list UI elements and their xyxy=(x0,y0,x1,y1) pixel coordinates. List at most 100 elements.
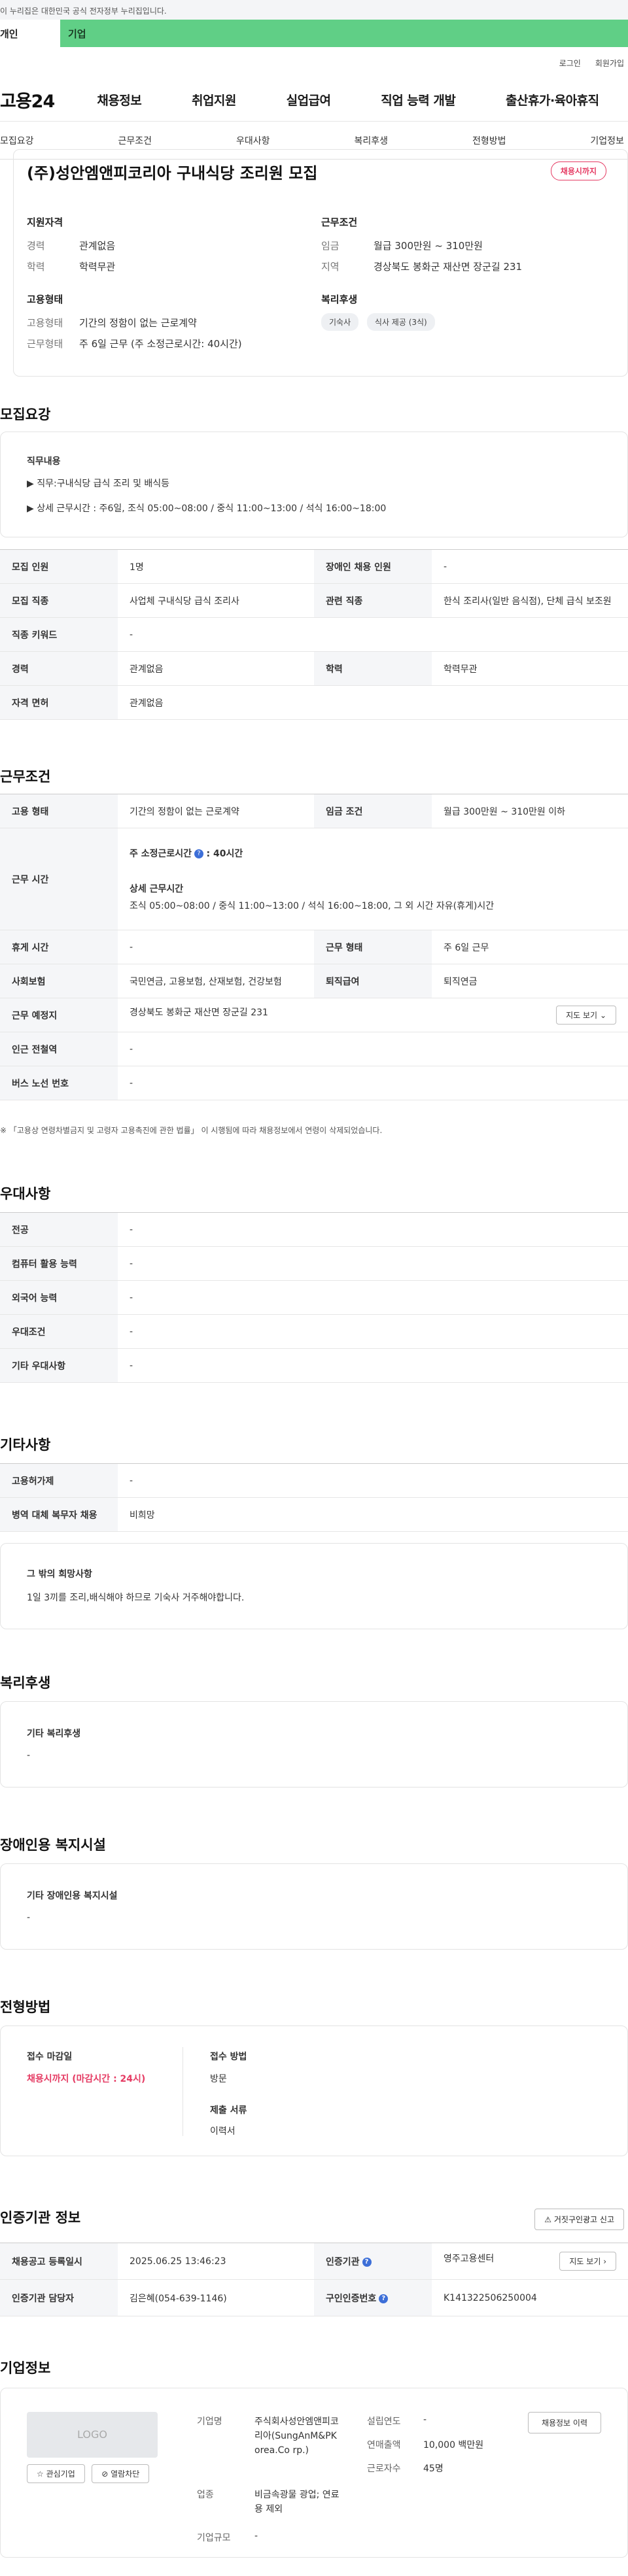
cell-key: 병역 대체 복무자 채용 xyxy=(0,1497,118,1532)
site-logo[interactable]: 고용24 xyxy=(0,87,72,112)
gov-banner: 이 누리집은 대한민국 공식 전자정부 누리집입니다. xyxy=(0,0,628,20)
wage-line: 임금 월급 300만원 ~ 310만원 xyxy=(321,240,483,252)
week-hours-label: 주 소정근로시간 xyxy=(130,848,192,859)
tab-recruit[interactable]: 모집요강 xyxy=(0,134,34,147)
cell-key: 관련 직종 xyxy=(314,583,432,618)
cell-key: 컴퓨터 활용 능력 xyxy=(0,1246,118,1281)
signup-link[interactable]: 회원가입 xyxy=(595,58,624,69)
cell-key: 고용허가제 xyxy=(0,1463,118,1498)
cell-value: 김은혜(054-639-1146) xyxy=(118,2279,314,2316)
work-place-cell: 경상북도 봉화군 재산면 장군길 231 지도 보기 ⌄ xyxy=(118,998,628,1032)
cell-value: - xyxy=(118,1246,628,1281)
recruit-table: 모집 인원 1명 장애인 채용 인원 - 모집 직종 사업체 구내식당 급식 조… xyxy=(0,549,628,720)
gnb-item-unemployment-benefit[interactable]: 실업급여 xyxy=(287,91,331,109)
cell-key: 휴게 시간 xyxy=(0,930,118,964)
cell-key: 근무 시간 xyxy=(0,828,118,930)
deadline-title: 접수 마감일 xyxy=(27,2052,73,2062)
gnb-item-jobs[interactable]: 채용정보 xyxy=(97,91,141,109)
audience-personal-tab[interactable]: 개인 xyxy=(0,20,60,47)
gnb-item-parental-leave[interactable]: 출산휴가·육아휴직 xyxy=(506,91,599,109)
cell-key: 모집 인원 xyxy=(0,549,118,584)
gnb-item-vocational-training[interactable]: 직업 능력 개발 xyxy=(381,91,456,109)
company-emp-key: 근로자수 xyxy=(367,2464,401,2474)
cell-value: 퇴직연금 xyxy=(432,964,628,998)
cell-value: 학력무관 xyxy=(432,651,628,686)
welfare-title: 복리후생 xyxy=(321,294,358,305)
cell-key: 고용 형태 xyxy=(0,794,118,828)
welfare-sub: 기타 복리후생 xyxy=(27,1729,81,1739)
table-row: 모집 직종 사업체 구내식당 급식 조리사 관련 직종 한식 조리사(일반 음식… xyxy=(0,583,628,618)
cell-key: 자격 면허 xyxy=(0,685,118,720)
duty-title: 직무내용 xyxy=(27,456,61,467)
welfare-value: - xyxy=(27,1750,31,1761)
career-line: 경력 관계없음 xyxy=(27,240,116,252)
company-name-value: 주식회사성안엠앤피코리아(SungAnM&PKorea.Co rp.) xyxy=(254,2416,339,2456)
cert-table: 채용공고 등록일시 2025.06.25 13:46:23 인증기관? 영주고용… xyxy=(0,2243,628,2316)
table-row: 기타 우대사항 - xyxy=(0,1348,628,1383)
table-row: 근무 예정지 경상북도 봉화군 재산면 장군길 231 지도 보기 ⌄ xyxy=(0,998,628,1032)
star-icon: ☆ xyxy=(37,2469,44,2479)
cell-value: 주 6일 근무 xyxy=(432,930,628,964)
table-row: 버스 노선 번호 - xyxy=(0,1066,628,1100)
tab-welfare[interactable]: 복리후생 xyxy=(354,134,388,147)
table-row: 근무 시간 주 소정근로시간? : 40시간 상세 근무시간 조식 05:00~… xyxy=(0,828,628,930)
history-button[interactable]: 채용정보 이력 xyxy=(527,2412,601,2433)
cell-key: 버스 노선 번호 xyxy=(0,1066,118,1100)
cell-value: - xyxy=(118,617,628,652)
login-link[interactable]: 로그인 xyxy=(559,58,581,69)
cell-key: 인근 전철역 xyxy=(0,1032,118,1066)
table-row: 인근 전철역 - xyxy=(0,1032,628,1066)
qual-title: 지원자격 xyxy=(27,216,63,228)
cell-key: 인증기관 담당자 xyxy=(0,2279,118,2316)
cell-key: 채용공고 등록일시 xyxy=(0,2243,118,2280)
org-map-button[interactable]: 지도 보기 › xyxy=(559,2252,616,2271)
block-view-button[interactable]: ⊘ 열람차단 xyxy=(92,2464,150,2483)
tab-preferences[interactable]: 우대사항 xyxy=(236,134,270,147)
table-row: 외국어 능력 - xyxy=(0,1280,628,1315)
pref-heading: 우대사항 xyxy=(0,1186,51,1202)
cell-value: 월급 300만원 ~ 310만원 이하 xyxy=(432,794,628,828)
job-summary-card: (주)성안엠앤피코리아 구내식당 조리원 모집 채용시까지 지원자격 경력 관계없… xyxy=(13,149,628,377)
help-icon[interactable]: ? xyxy=(362,2257,372,2267)
chip-dormitory: 기숙사 xyxy=(321,313,359,331)
cell-key: 근무 예정지 xyxy=(0,998,118,1032)
table-row: 인증기관 담당자 김은혜(054-639-1146) 구인인증번호? K1413… xyxy=(0,2279,628,2316)
welfare-heading: 복리후생 xyxy=(0,1675,51,1691)
report-button[interactable]: ⚠ 거짓구인광고 신고 xyxy=(534,2209,624,2230)
map-button[interactable]: 지도 보기 ⌄ xyxy=(556,1006,616,1025)
company-heading: 기업정보 xyxy=(0,2360,51,2376)
welfare-chips: 기숙사 식사 제공 (3식) xyxy=(321,313,440,331)
cell-value: 1명 xyxy=(118,549,314,584)
help-icon[interactable]: ? xyxy=(379,2294,389,2303)
cell-key: 외국어 능력 xyxy=(0,1280,118,1315)
company-est-key: 설립연도 xyxy=(367,2416,401,2427)
work-form-line: 근무형태 주 6일 근무 (주 소정근로시간: 40시간) xyxy=(27,338,242,350)
disabled-value: - xyxy=(27,1912,31,1923)
chip-meals: 식사 제공 (3식) xyxy=(366,313,435,331)
help-icon[interactable]: ? xyxy=(194,849,204,858)
company-actions: ☆ 관심기업 ⊘ 열람차단 xyxy=(27,2464,150,2483)
favorite-company-button[interactable]: ☆ 관심기업 xyxy=(27,2464,85,2483)
tab-work-conditions[interactable]: 근무조건 xyxy=(118,134,152,147)
cell-value: 국민연금, 고용보험, 산재보험, 건강보험 xyxy=(118,964,314,998)
table-row: 채용공고 등록일시 2025.06.25 13:46:23 인증기관? 영주고용… xyxy=(0,2243,628,2280)
table-row: 자격 면허 관계없음 xyxy=(0,685,628,720)
wish-value: 1일 3끼를 조리,배식해야 하므로 기숙사 거주해야합니다. xyxy=(27,1593,245,1603)
company-logo: LOGO xyxy=(27,2412,158,2458)
table-row: 우대조건 - xyxy=(0,1314,628,1349)
cell-value: - xyxy=(118,1212,628,1247)
job-title: (주)성안엠앤피코리아 구내식당 조리원 모집 xyxy=(27,164,318,182)
wish-panel: 그 밖의 희망사항 1일 3끼를 조리,배식해야 하므로 기숙사 거주해야합니다… xyxy=(0,1543,628,1629)
etc-heading: 기타사항 xyxy=(0,1437,51,1453)
cell-key: 전공 xyxy=(0,1212,118,1247)
work-heading: 근무조건 xyxy=(0,769,51,785)
etc-table: 고용허가제 - 병역 대체 복무자 채용 비희망 xyxy=(0,1463,628,1532)
cell-key: 장애인 채용 인원 xyxy=(314,549,432,584)
tab-selection[interactable]: 전형방법 xyxy=(472,134,506,147)
tab-company[interactable]: 기업정보 xyxy=(590,134,624,147)
gnb-item-employment-support[interactable]: 취업지원 xyxy=(192,91,236,109)
cell-value: 관계없음 xyxy=(118,651,314,686)
cell-key: 사회보험 xyxy=(0,964,118,998)
cell-value: - xyxy=(118,1280,628,1315)
audience-company-tab[interactable]: 기업 xyxy=(60,20,628,47)
